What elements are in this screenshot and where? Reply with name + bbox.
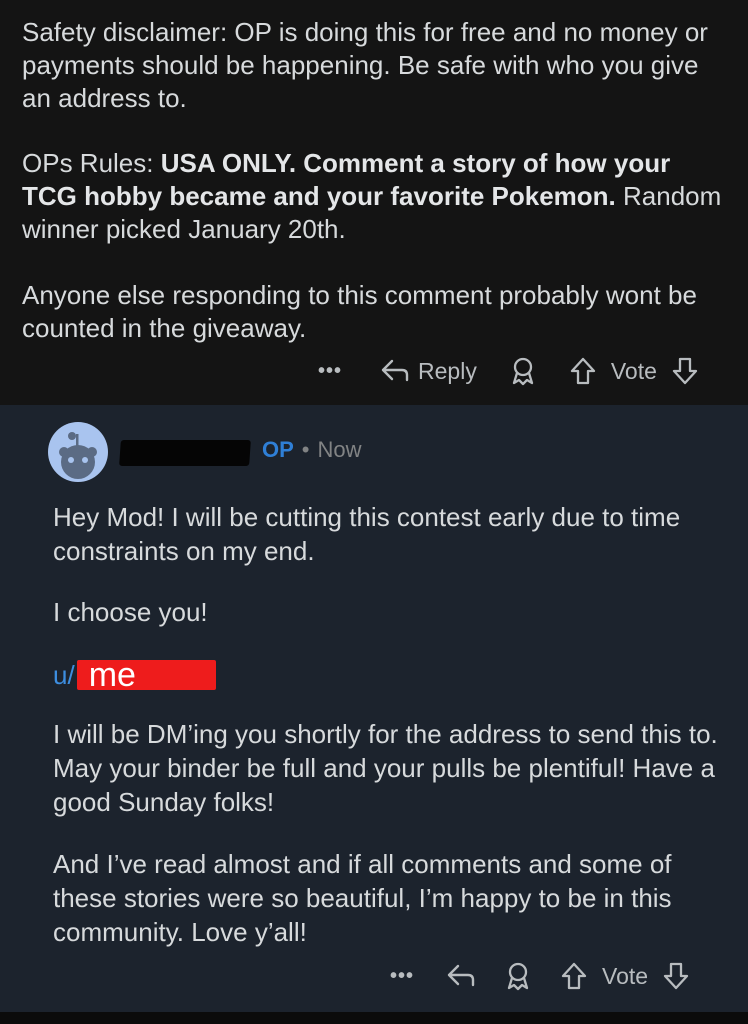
upvote-icon xyxy=(569,356,597,386)
rules-prefix: OPs Rules: xyxy=(22,148,161,178)
reply-actions: ••• Vote xyxy=(390,961,690,991)
comment-meta: OP • Now xyxy=(262,437,362,463)
comment-paragraph: And I’ve read almost and if all comments… xyxy=(53,849,672,947)
comment-paragraph: Hey Mod! I will be cutting this contest … xyxy=(53,502,681,566)
vote-label: Vote xyxy=(610,357,657,384)
comment-paragraph: I will be DM’ing you shortly for the add… xyxy=(53,719,718,817)
upvote-button[interactable] xyxy=(560,961,588,991)
more-options-button[interactable]: ••• xyxy=(390,965,414,988)
reply-arrow-icon xyxy=(380,358,410,384)
award-button[interactable] xyxy=(504,961,532,991)
comment-paragraph: I choose you! xyxy=(53,597,208,627)
op-badge: OP xyxy=(262,437,294,462)
meta-separator: • xyxy=(301,437,310,462)
user-mention-link[interactable]: u/ me xyxy=(53,655,216,695)
upvote-button[interactable] xyxy=(569,356,597,386)
avatar[interactable] xyxy=(48,422,108,482)
upvote-icon xyxy=(560,961,588,991)
reply-button[interactable] xyxy=(446,963,476,989)
downvote-button[interactable] xyxy=(671,356,699,386)
downvote-icon xyxy=(662,961,690,991)
parent-comment: Safety disclaimer: OP is doing this for … xyxy=(0,0,748,405)
award-icon xyxy=(509,356,537,386)
timestamp: Now xyxy=(317,437,362,462)
comment-paragraph: Safety disclaimer: OP is doing this for … xyxy=(22,17,708,113)
redacted-username xyxy=(119,440,251,466)
vote-label: Vote xyxy=(602,962,649,989)
reply-button[interactable]: Reply xyxy=(380,358,477,385)
more-options-button[interactable]: ••• xyxy=(318,360,342,383)
reply-arrow-icon xyxy=(446,963,476,989)
downvote-button[interactable] xyxy=(662,961,690,991)
downvote-icon xyxy=(671,356,699,386)
comment-paragraph: OPs Rules: USA ONLY. Comment a story of … xyxy=(22,147,722,246)
comment-actions: ••• Reply Vote xyxy=(318,356,699,386)
bottom-bar xyxy=(0,1012,748,1024)
reply-label: Reply xyxy=(418,357,477,384)
comment-paragraph: Anyone else responding to this comment p… xyxy=(22,280,697,343)
award-button[interactable] xyxy=(509,356,537,386)
mention-prefix: u/ xyxy=(53,659,75,690)
mention-redaction-overlay: me xyxy=(76,658,216,692)
award-icon xyxy=(504,961,532,991)
